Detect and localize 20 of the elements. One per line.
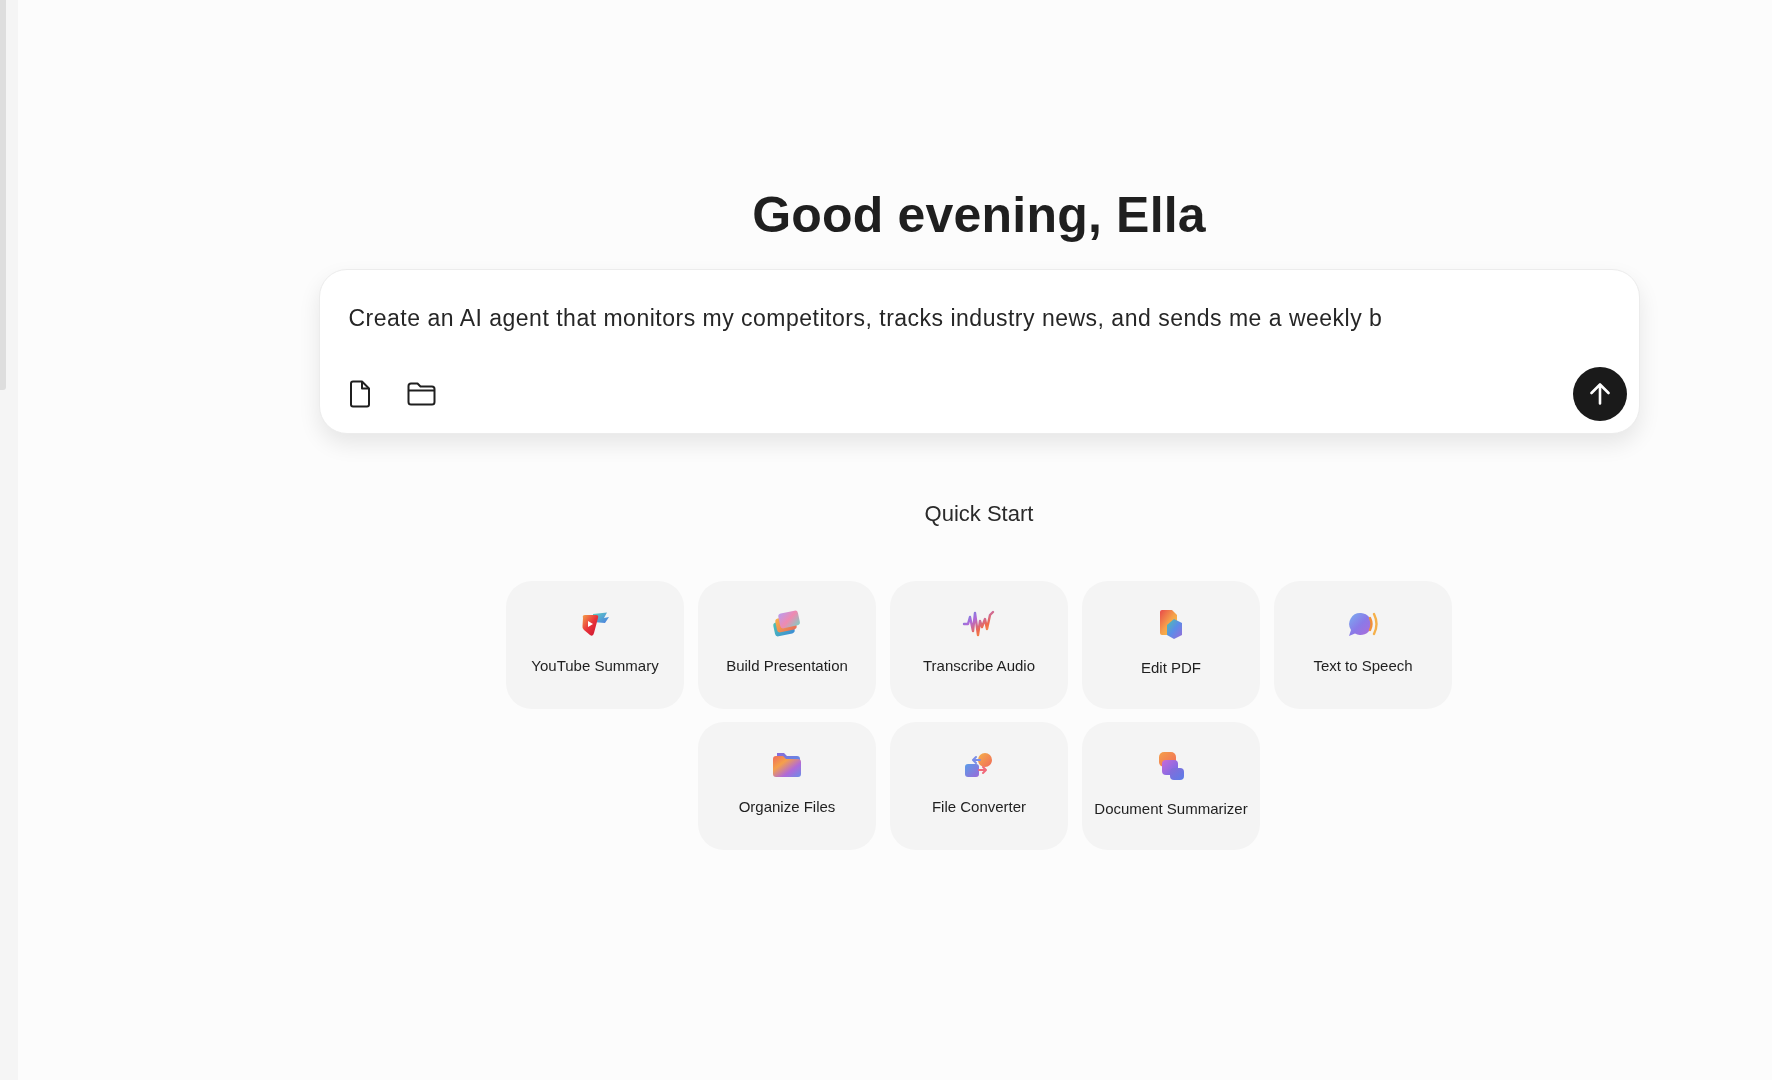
quick-start-button[interactable]: Transcribe Audio — [890, 581, 1068, 709]
greeting-heading: Good evening, Ella — [752, 186, 1206, 245]
quick-start-button[interactable]: Organize Files — [698, 722, 876, 850]
arrow-up-icon — [1589, 383, 1610, 405]
prompt-input[interactable]: Create an AI agent that monitors my competitors, tracks industry news, and sends me a weekly b — [348, 303, 1627, 333]
folder-icon[interactable] — [406, 382, 436, 406]
quick-start-button[interactable]: Build Presentation — [698, 581, 876, 709]
quick-start-button[interactable]: Document Summarizer — [1082, 722, 1260, 850]
folder-icon — [771, 750, 803, 780]
stacked-documents-icon — [1156, 750, 1186, 782]
quick-start-heading: Quick Start — [924, 500, 1034, 528]
quick-start-button[interactable]: Edit PDF — [1082, 581, 1260, 709]
quick-start-button[interactable]: YouTube Summary — [506, 581, 684, 709]
shapes-exchange-icon — [963, 750, 995, 780]
quick-start-button[interactable]: Text to Speech — [1274, 581, 1452, 709]
quick-start-button[interactable]: File Converter — [890, 722, 1068, 850]
waveform-icon — [962, 609, 996, 639]
card-stack-icon — [771, 609, 803, 639]
send-button[interactable] — [1572, 367, 1627, 421]
document-icon[interactable] — [348, 380, 371, 408]
